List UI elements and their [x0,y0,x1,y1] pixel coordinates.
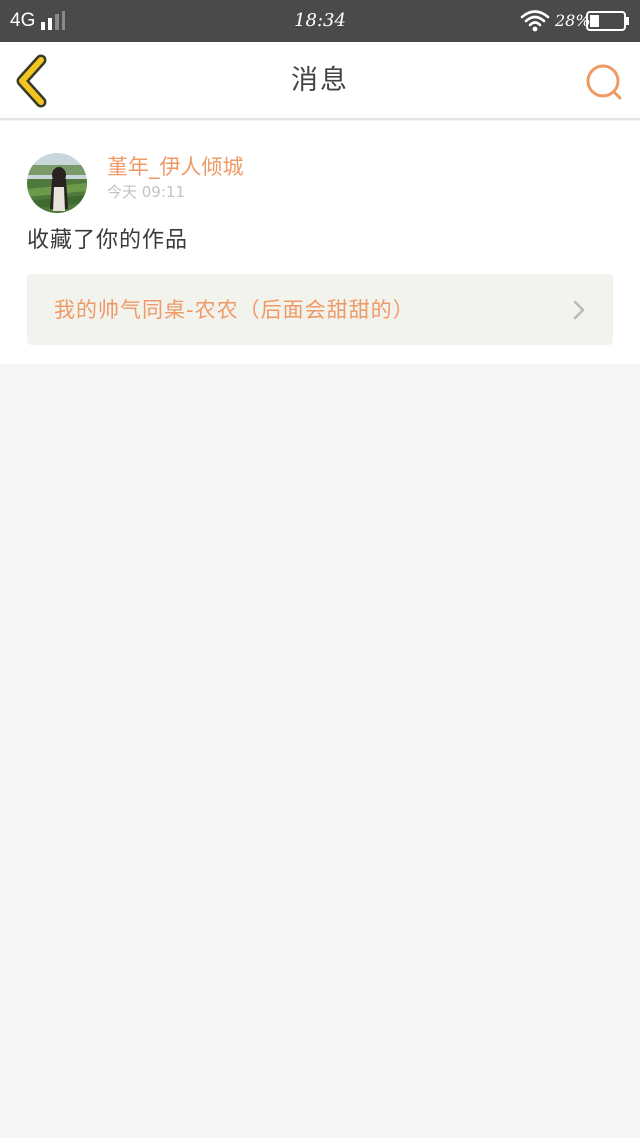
page-title: 消息 [291,65,349,96]
status-time: 18:34 [294,10,346,31]
chevron-left-icon [16,54,47,108]
network-type: 4G [10,10,36,31]
status-bar: 4G 18:34 28% [0,0,640,42]
chevron-right-icon [573,300,585,320]
wifi-icon [520,10,550,32]
timestamp: 今天 09:11 [107,183,185,201]
back-button[interactable] [10,54,58,108]
avatar[interactable] [27,153,87,213]
search-icon [586,64,622,100]
message-action-text: 收藏了你的作品 [27,228,189,253]
work-title: 我的帅气同桌-农农（后面会甜甜的） [54,298,415,322]
work-link[interactable]: 我的帅气同桌-农农（后面会甜甜的） [27,274,613,345]
header-bar: 消息 [0,42,640,120]
message-item: 堇年_伊人倾城 今天 09:11 收藏了你的作品 我的帅气同桌-农农（后面会甜甜… [0,121,640,364]
signal-icon [41,11,65,30]
search-button[interactable] [582,60,626,104]
username[interactable]: 堇年_伊人倾城 [107,154,244,180]
battery-icon [586,11,629,31]
avatar-photo [27,153,87,213]
